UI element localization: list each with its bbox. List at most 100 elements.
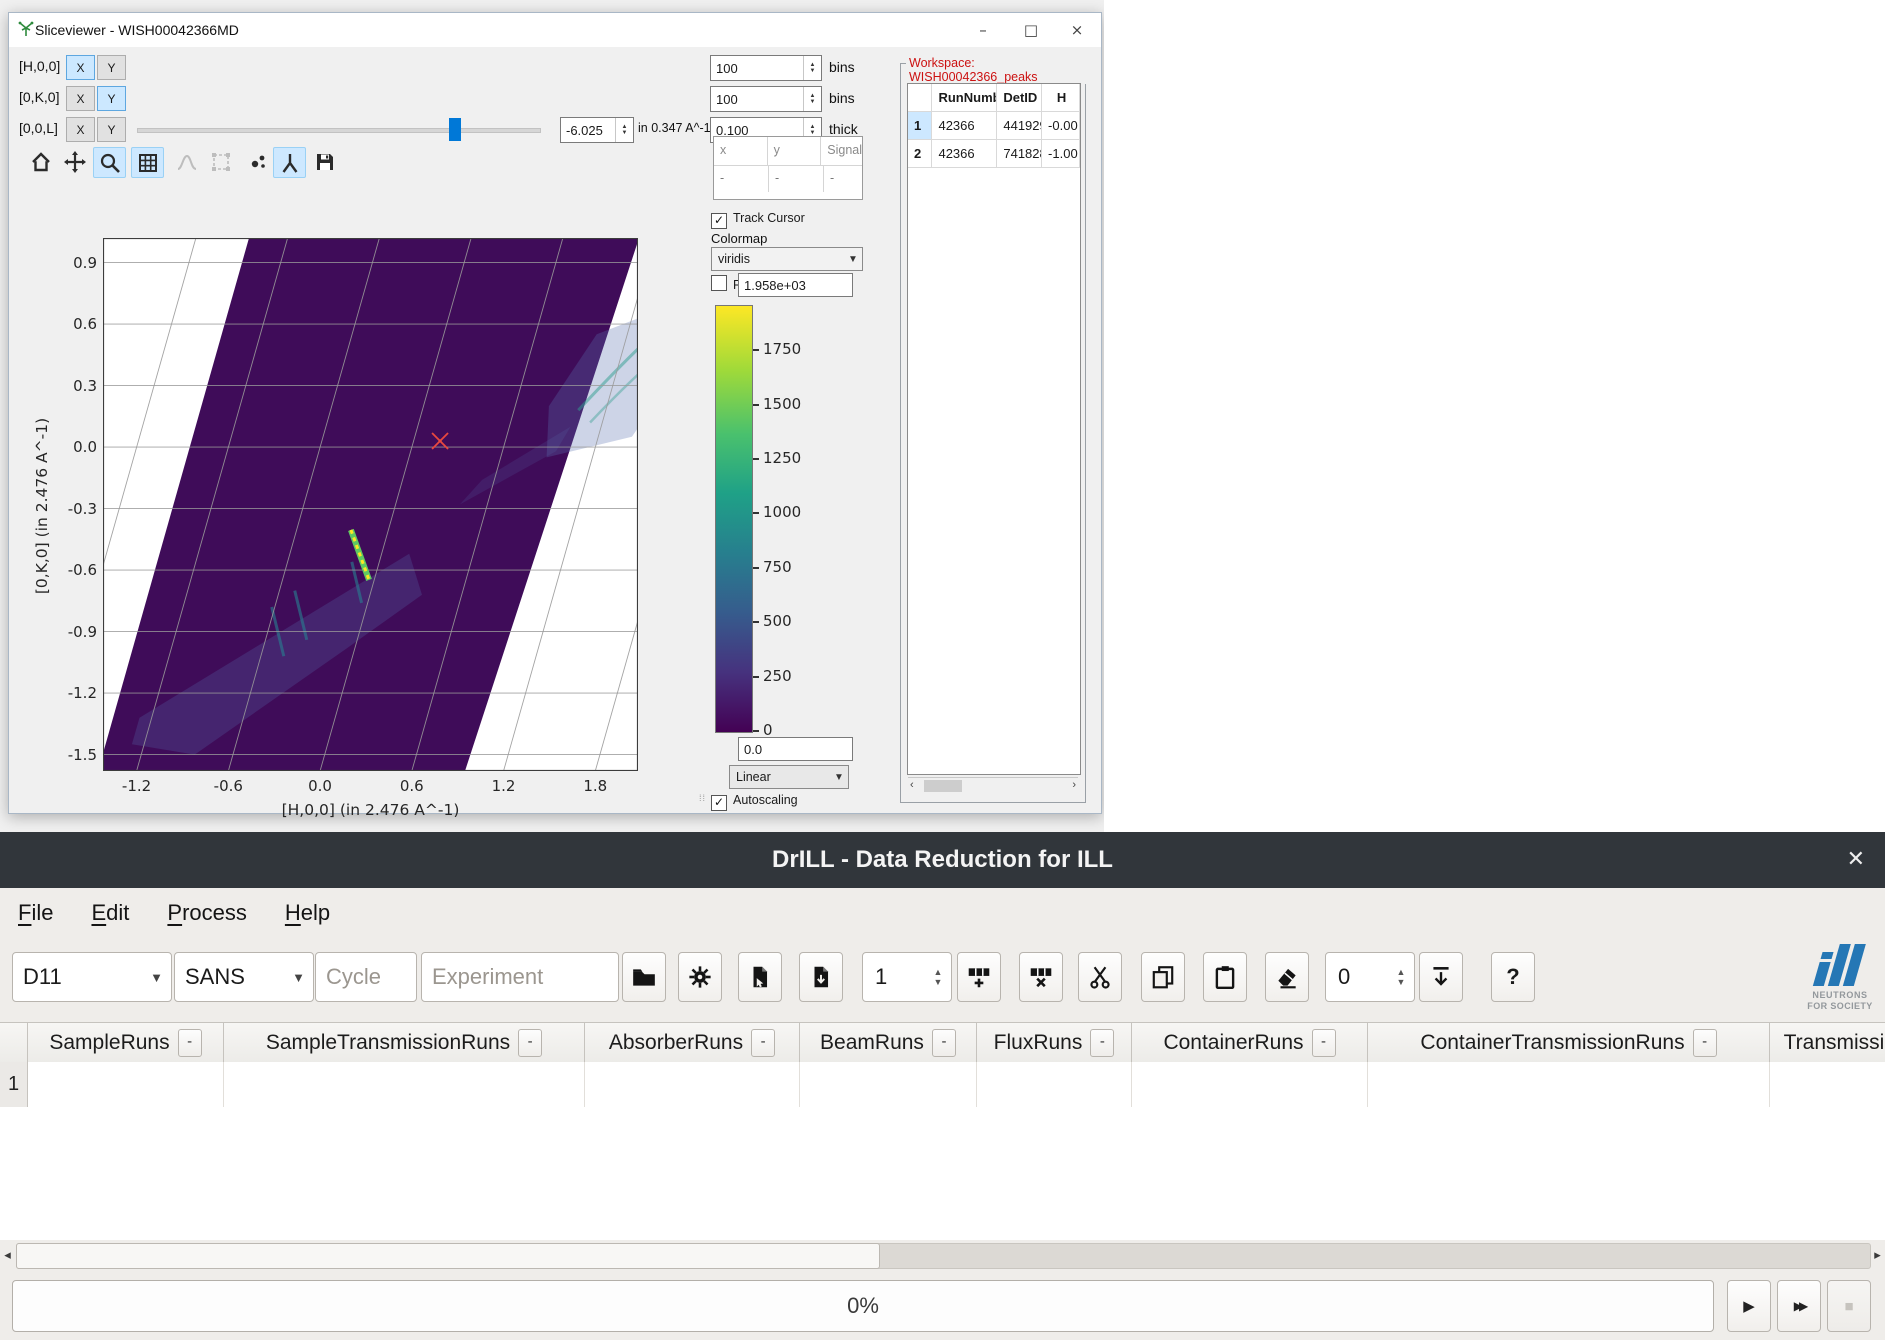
- table-cell-FluxRuns[interactable]: [977, 1062, 1132, 1107]
- column-collapse-button[interactable]: -: [518, 1029, 542, 1057]
- runs-table-viewport[interactable]: [0, 1107, 1885, 1240]
- spinner-arrows-icon[interactable]: ▲▼: [803, 87, 821, 111]
- zoom-icon[interactable]: [93, 147, 126, 178]
- peaks-cell[interactable]: 4419297: [997, 112, 1042, 139]
- region-selection-icon[interactable]: [205, 147, 236, 176]
- cycle-input[interactable]: Cycle: [315, 952, 417, 1002]
- sliceviewer-titlebar[interactable]: Sliceviewer - WISH00042366MD – □ ×: [9, 13, 1101, 47]
- scrollbar-thumb[interactable]: [16, 1243, 880, 1269]
- peaks-col-H[interactable]: H: [1042, 84, 1080, 111]
- dim-y-button[interactable]: Y: [97, 86, 126, 111]
- technique-combobox[interactable]: SANS▼: [174, 952, 314, 1002]
- colorbar-min-input[interactable]: 0.0: [738, 737, 853, 761]
- process-all-button[interactable]: ▶▶: [1777, 1280, 1821, 1332]
- dim-y-button[interactable]: Y: [97, 117, 126, 142]
- peaks-table-hscrollbar[interactable]: ‹ ›: [908, 777, 1078, 795]
- drill-titlebar[interactable]: DrILL - Data Reduction for ILL ✕: [0, 832, 1885, 888]
- column-header-Transmissi[interactable]: Transmissi-: [1770, 1023, 1885, 1063]
- peaks-overlay-icon[interactable]: [243, 147, 274, 176]
- row-count-spinner[interactable]: 1 ▲▼: [862, 952, 952, 1002]
- peaks-row-number[interactable]: 1: [908, 112, 932, 139]
- track-cursor-checkbox[interactable]: ✓Track Cursor: [711, 209, 805, 229]
- delete-row-button[interactable]: [1019, 952, 1063, 1002]
- peaks-cell[interactable]: 42366: [932, 112, 997, 139]
- slice-plot[interactable]: [103, 238, 638, 771]
- column-collapse-button[interactable]: -: [178, 1029, 202, 1057]
- column-header-FluxRuns[interactable]: FluxRuns-: [977, 1023, 1132, 1063]
- peaks-cell[interactable]: 7418286: [997, 140, 1042, 167]
- add-row-button[interactable]: [957, 952, 1001, 1002]
- spinner-arrows-icon[interactable]: ▲▼: [615, 118, 633, 142]
- colormap-combobox[interactable]: viridis▼: [711, 247, 863, 271]
- column-header-BeamRuns[interactable]: BeamRuns-: [800, 1023, 977, 1063]
- table-hscrollbar[interactable]: ◂ ▸: [0, 1240, 1885, 1270]
- scrollbar-thumb[interactable]: [924, 780, 962, 792]
- menu-edit[interactable]: Edit: [91, 900, 129, 926]
- column-collapse-button[interactable]: -: [751, 1029, 775, 1057]
- export-file-button[interactable]: [738, 952, 782, 1002]
- menu-file[interactable]: File: [18, 900, 53, 926]
- process-button[interactable]: ▶: [1727, 1280, 1771, 1332]
- peaks-cell[interactable]: -0.00: [1042, 112, 1080, 139]
- peaks-table[interactable]: RunNumberDetIDH1423664419297-0.002423667…: [907, 83, 1081, 775]
- extra-spinner[interactable]: 0 ▲▼: [1325, 952, 1415, 1002]
- bins-spinbox[interactable]: 100▲▼: [710, 55, 822, 81]
- help-button[interactable]: ?: [1491, 952, 1535, 1002]
- peaks-cell[interactable]: -1.00: [1042, 140, 1080, 167]
- peaks-col-RunNumber[interactable]: RunNumber: [932, 84, 997, 111]
- peaks-row[interactable]: 1423664419297-0.00: [908, 112, 1080, 140]
- peaks-col-DetID[interactable]: DetID: [997, 84, 1042, 111]
- paste-button[interactable]: [1203, 952, 1247, 1002]
- dim-x-button[interactable]: X: [66, 55, 95, 80]
- instrument-combobox[interactable]: D11▼: [12, 952, 172, 1002]
- experiment-input[interactable]: Experiment: [421, 952, 619, 1002]
- autoscaling-checkbox[interactable]: ✓Autoscaling: [711, 791, 798, 811]
- spinner-arrows-icon[interactable]: ▲▼: [925, 953, 951, 1001]
- scale-type-combobox[interactable]: Linear▼: [729, 765, 849, 789]
- close-button[interactable]: ×: [1055, 13, 1099, 46]
- close-icon[interactable]: ✕: [1847, 846, 1865, 872]
- scroll-left-icon[interactable]: ◂: [0, 1242, 15, 1268]
- column-header-ContainerRuns[interactable]: ContainerRuns-: [1132, 1023, 1368, 1063]
- fill-down-button[interactable]: [1419, 952, 1463, 1002]
- peaks-cell[interactable]: 42366: [932, 140, 997, 167]
- nonorthogonal-axes-icon[interactable]: [273, 147, 306, 178]
- copy-button[interactable]: [1141, 952, 1185, 1002]
- erase-button[interactable]: [1265, 952, 1309, 1002]
- column-header-SampleRuns[interactable]: SampleRuns-: [28, 1023, 224, 1063]
- runs-table-row[interactable]: 1: [0, 1062, 1885, 1108]
- table-cell-SampleTransmissionRuns[interactable]: [224, 1062, 585, 1107]
- home-icon[interactable]: [25, 147, 56, 176]
- peaks-row-number[interactable]: 2: [908, 140, 932, 167]
- table-cell-ContainerTransmissionRuns[interactable]: [1368, 1062, 1770, 1107]
- open-folder-button[interactable]: [622, 952, 666, 1002]
- maximize-button[interactable]: □: [1009, 13, 1053, 46]
- spinner-arrows-icon[interactable]: ▲▼: [803, 56, 821, 80]
- scroll-right-icon[interactable]: ▸: [1870, 1242, 1885, 1268]
- column-collapse-button[interactable]: -: [1312, 1029, 1336, 1057]
- colorbar-max-input[interactable]: 1.958e+03: [738, 273, 853, 297]
- dim-x-button[interactable]: X: [66, 117, 95, 142]
- grid-icon[interactable]: [131, 147, 164, 178]
- column-collapse-button[interactable]: -: [932, 1029, 956, 1057]
- row-number-cell[interactable]: 1: [0, 1062, 28, 1107]
- column-collapse-button[interactable]: -: [1090, 1029, 1114, 1057]
- table-cell-BeamRuns[interactable]: [800, 1062, 977, 1107]
- slice-slider-handle[interactable]: [449, 118, 461, 141]
- minimize-button[interactable]: –: [961, 13, 1005, 46]
- table-cell-ContainerRuns[interactable]: [1132, 1062, 1368, 1107]
- table-cell-Transmissi[interactable]: [1770, 1062, 1885, 1107]
- menu-process[interactable]: Process: [167, 900, 246, 926]
- column-header-AbsorberRuns[interactable]: AbsorberRuns-: [585, 1023, 800, 1063]
- scroll-left-icon[interactable]: ‹: [910, 779, 914, 791]
- line-plots-icon[interactable]: [171, 147, 202, 176]
- dim-y-button[interactable]: Y: [97, 55, 126, 80]
- bins-spinbox[interactable]: 100▲▼: [710, 86, 822, 112]
- load-file-button[interactable]: [799, 952, 843, 1002]
- cut-button[interactable]: [1078, 952, 1122, 1002]
- spinner-arrows-icon[interactable]: ▲▼: [1388, 953, 1414, 1001]
- scroll-right-icon[interactable]: ›: [1072, 779, 1076, 791]
- peaks-row[interactable]: 2423667418286-1.00: [908, 140, 1080, 168]
- column-header-ContainerTransmissionRuns[interactable]: ContainerTransmissionRuns-: [1368, 1023, 1770, 1063]
- settings-button[interactable]: [678, 952, 722, 1002]
